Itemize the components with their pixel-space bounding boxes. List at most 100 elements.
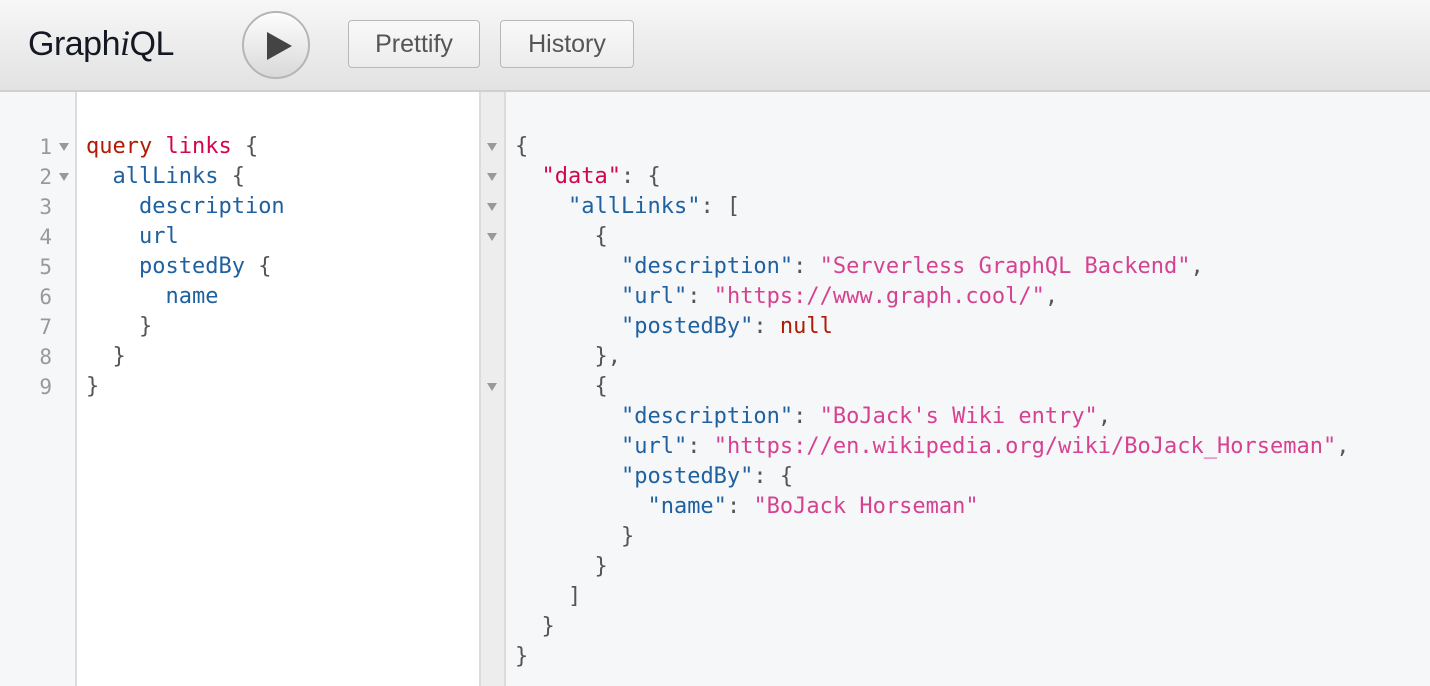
token-punc — [86, 194, 139, 219]
token-brace — [515, 464, 621, 489]
token-prop: url — [138, 224, 179, 249]
toolbar: GraphiQL Prettify History — [0, 0, 1430, 92]
token-str: "https://en.wikipedia.org/wiki/BoJack_Ho… — [713, 434, 1337, 459]
token-kw: query — [86, 134, 153, 159]
token-str: "BoJack Horseman" — [753, 494, 979, 519]
token-punc: { — [218, 164, 245, 189]
prettify-button[interactable]: Prettify — [348, 20, 480, 68]
token-attr: "url" — [620, 284, 688, 309]
token-brace — [515, 404, 621, 429]
token-brace: : [ — [700, 194, 741, 219]
token-brace: ] — [515, 584, 582, 609]
token-brace: : — [793, 404, 820, 429]
token-brace — [515, 494, 647, 519]
token-brace — [515, 284, 621, 309]
token-brace: }, — [515, 344, 621, 369]
token-brace: } — [515, 614, 555, 639]
fold-arrow-icon[interactable] — [59, 143, 69, 151]
token-str: "Serverless GraphQL Backend" — [819, 254, 1191, 279]
line-number: 7 — [39, 315, 52, 339]
title-prefix: Graph — [28, 25, 121, 63]
token-punc: { — [244, 254, 272, 279]
token-brace — [515, 434, 621, 459]
line-number: 6 — [39, 285, 52, 309]
result-line: }, — [515, 342, 621, 372]
token-brace: , — [1044, 284, 1059, 309]
result-line: "postedBy": { — [515, 462, 793, 492]
query-line: } — [86, 342, 126, 372]
token-brace: : — [687, 434, 714, 459]
result-line: "url": "https://www.graph.cool/", — [515, 282, 1058, 312]
token-nul: null — [779, 314, 833, 339]
token-brace: : { — [753, 464, 794, 489]
result-line: "data": { — [515, 162, 661, 192]
result-line: "description": "Serverless GraphQL Backe… — [515, 252, 1204, 282]
query-line: } — [86, 372, 99, 402]
line-number: 2 — [39, 165, 52, 189]
token-brace: : — [687, 284, 714, 309]
token-attr: "description" — [620, 254, 794, 279]
token-brace: } — [515, 524, 635, 549]
token-brace: , — [1190, 254, 1204, 279]
result-line: } — [515, 642, 528, 672]
token-punc: } — [86, 374, 100, 399]
result-gutter — [479, 92, 506, 686]
token-punc: } — [86, 314, 153, 339]
token-attr: "name" — [647, 494, 727, 519]
token-brace: : — [726, 494, 754, 519]
line-number: 8 — [39, 345, 52, 369]
fold-arrow-icon[interactable] — [487, 203, 497, 211]
token-str: "https://www.graph.cool/" — [713, 284, 1045, 309]
token-brace: { — [515, 374, 608, 399]
fold-arrow-icon[interactable] — [487, 233, 497, 241]
token-brace: , — [1097, 404, 1112, 429]
token-attr: "allLinks" — [567, 194, 701, 219]
history-button[interactable]: History — [500, 20, 634, 68]
result-line: } — [515, 522, 634, 552]
token-attr: "url" — [620, 434, 688, 459]
result-line: "url": "https://en.wikipedia.org/wiki/Bo… — [515, 432, 1350, 462]
query-line: name — [86, 282, 218, 312]
result-line: } — [515, 612, 555, 642]
query-gutter: 1 2 3 4 5 6 7 8 9 — [0, 92, 77, 686]
token-punc — [86, 164, 113, 189]
query-editor[interactable]: query links { allLinks { description url… — [77, 92, 479, 686]
query-line: allLinks { — [86, 162, 245, 192]
token-brace: : — [793, 254, 820, 279]
title-suffix: QL — [129, 25, 175, 63]
line-number: 9 — [39, 375, 52, 399]
token-brace: : — [753, 314, 780, 339]
token-brace — [515, 194, 568, 219]
token-brace: } — [515, 644, 529, 669]
token-brace: } — [515, 554, 608, 579]
fold-arrow-icon[interactable] — [59, 173, 69, 181]
token-prop: description — [138, 194, 285, 219]
result-line: { — [515, 222, 607, 252]
token-def: "data" — [541, 164, 621, 189]
query-line: } — [86, 312, 152, 342]
fold-arrow-icon[interactable] — [487, 143, 497, 151]
fold-arrow-icon[interactable] — [487, 383, 497, 391]
token-punc — [86, 254, 139, 279]
token-punc: } — [86, 344, 126, 369]
query-line: postedBy { — [86, 252, 271, 282]
query-line: query links { — [86, 132, 258, 162]
fold-arrow-icon[interactable] — [487, 173, 497, 181]
result-line: "description": "BoJack's Wiki entry", — [515, 402, 1111, 432]
result-line: "allLinks": [ — [515, 192, 740, 222]
result-line: "postedBy": null — [515, 312, 833, 342]
token-punc — [86, 284, 165, 309]
line-number: 1 — [39, 135, 52, 159]
result-line: } — [515, 552, 608, 582]
line-number: 5 — [39, 255, 52, 279]
result-line: { — [515, 132, 528, 162]
result-viewer: { "data": { "allLinks": [ { "description… — [506, 92, 1430, 686]
token-attr: "postedBy" — [620, 464, 754, 489]
token-brace: { — [515, 134, 529, 159]
query-line: url — [86, 222, 179, 252]
token-str: "BoJack's Wiki entry" — [819, 404, 1098, 429]
token-punc — [86, 224, 139, 249]
token-attr: "postedBy" — [620, 314, 754, 339]
run-query-button[interactable] — [242, 11, 310, 79]
token-brace — [515, 164, 542, 189]
